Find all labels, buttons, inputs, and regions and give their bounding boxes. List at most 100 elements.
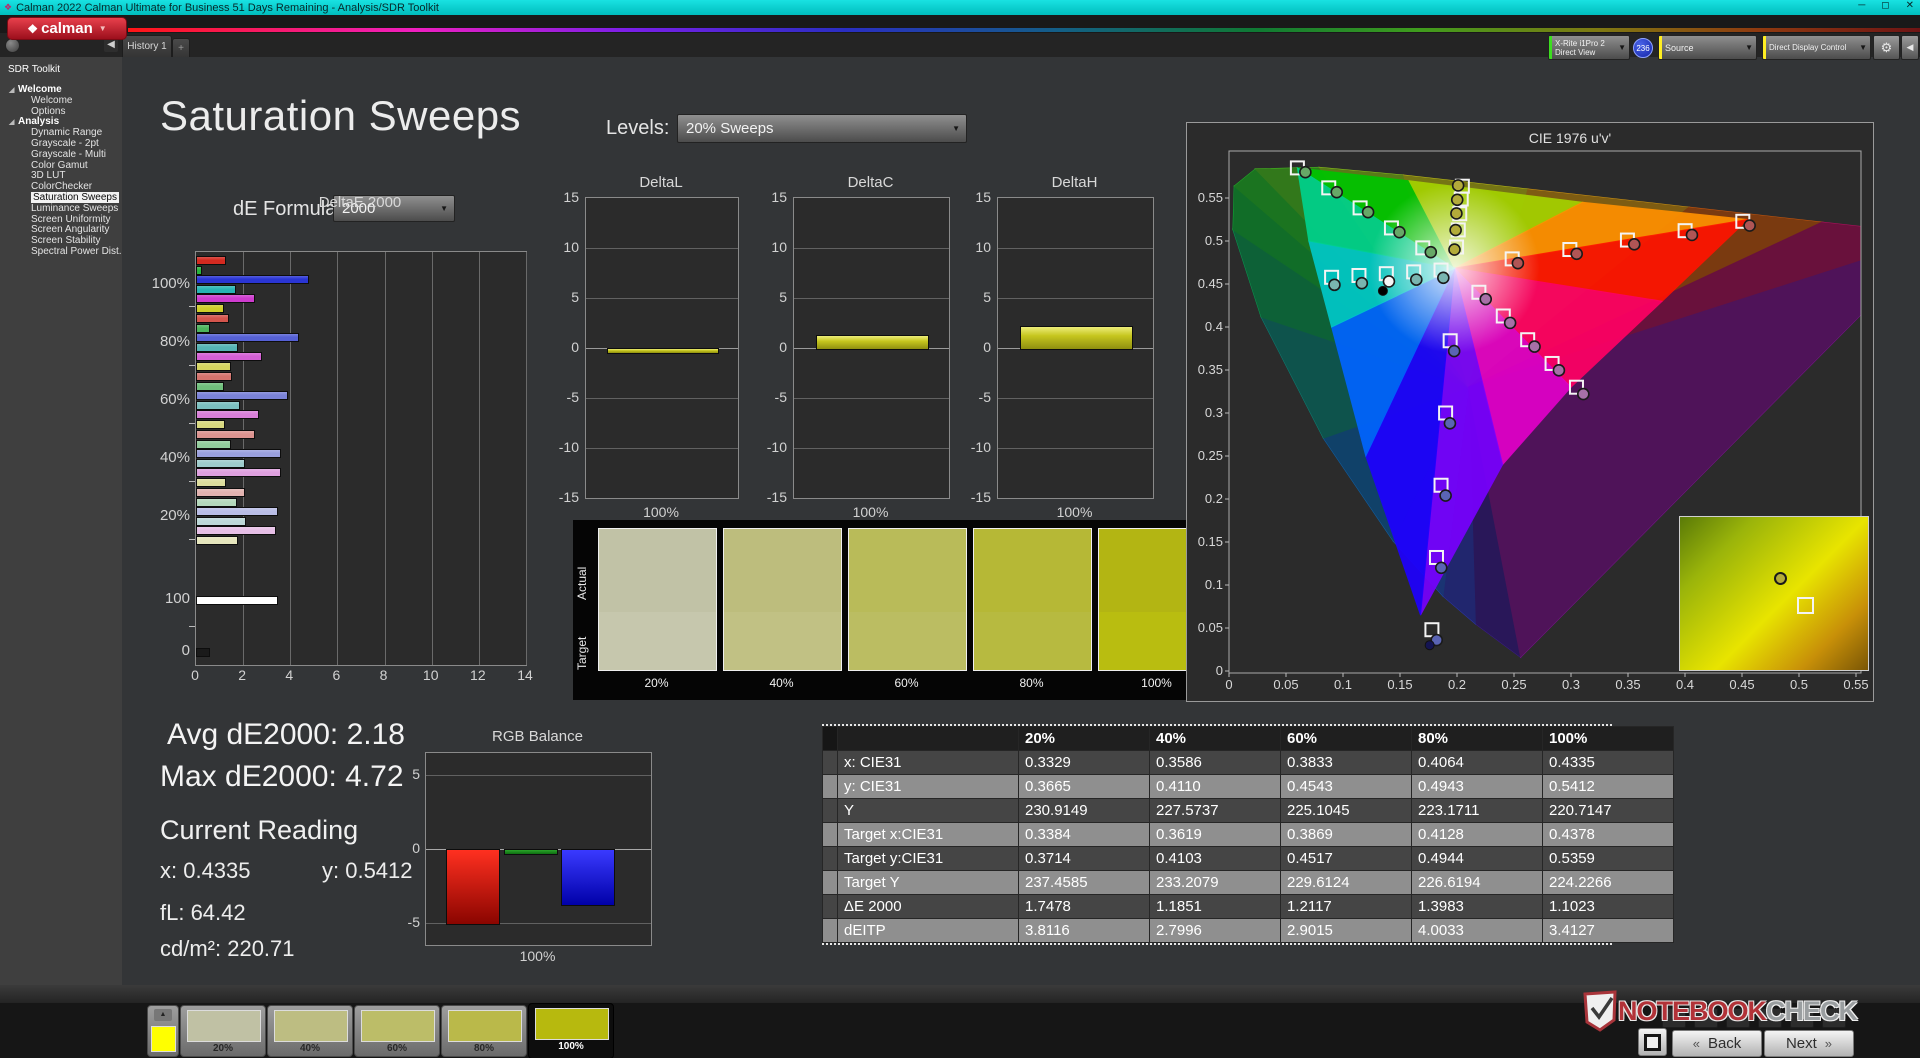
reading-count-badge[interactable]: 236 (1633, 38, 1653, 58)
sidebar-group-analysis[interactable]: ◢ Analysis (0, 117, 122, 128)
deltaC-title: DeltaC (847, 174, 894, 191)
deltaH-bar (1019, 326, 1134, 350)
sweep-tile-80%[interactable]: 80% (441, 1005, 527, 1057)
y-tick-label: 0 (983, 339, 991, 355)
deltae-bar-yellow-40% (196, 478, 227, 487)
collapse-up-icon[interactable]: ▲ (154, 1009, 172, 1021)
display-control-dropdown[interactable]: Direct Display Control ▼ (1762, 35, 1871, 60)
axis-tick (189, 539, 195, 540)
table-row[interactable]: Y 230.9149 227.5737 225.1045 223.1711 220.714… (822, 798, 1674, 823)
x-tick-label: 14 (517, 667, 533, 683)
y-tick-label: -10 (766, 439, 787, 455)
deltae-bar-blue-80% (196, 333, 300, 343)
y-tick-label: 5 (412, 766, 420, 783)
sweep-tile-20%[interactable]: 20% (180, 1005, 266, 1057)
sweep-tile-60%[interactable]: 60% (354, 1005, 440, 1057)
close-icon[interactable]: ✕ (1906, 0, 1914, 11)
row-label: Target Y (837, 870, 1019, 895)
sidebar-title: SDR Toolkit (8, 64, 61, 75)
gridline (586, 248, 738, 249)
sidebar-item-grayscale-multi[interactable]: Grayscale - Multi (0, 149, 122, 161)
settings-button[interactable]: ⚙ (1873, 35, 1900, 60)
measured-marker-magenta (1479, 292, 1493, 306)
minimize-icon[interactable]: ─ (1858, 0, 1865, 11)
back-button[interactable]: « Back (1672, 1030, 1762, 1057)
sidebar-item-label: Saturation Sweeps (31, 191, 119, 203)
sweep-tile-100%[interactable]: 100% (528, 1003, 614, 1058)
meter-dropdown[interactable]: X-Rite i1Pro 2 Direct View ▼ (1548, 35, 1630, 60)
tree-expand-icon[interactable]: ◢ (9, 118, 14, 129)
target-swatch-20% (598, 612, 717, 671)
target-row-label: Target (575, 636, 589, 670)
table-row[interactable]: y: CIE31 0.3665 0.4110 0.4543 0.4943 0.5412 (822, 774, 1674, 799)
back-label: Back (1707, 1035, 1742, 1052)
tree-expand-icon[interactable]: ◢ (9, 86, 14, 97)
gridline (998, 298, 1153, 299)
sidebar-group-welcome[interactable]: ◢ Welcome (0, 84, 122, 97)
rgb-balance-plot (425, 752, 652, 946)
actual-row-label: Actual (575, 566, 589, 600)
calman-menu-button[interactable]: ❖ calman ▼ (7, 17, 127, 40)
table-header (837, 726, 1019, 751)
deltaL-title: DeltaL (639, 174, 683, 191)
y-tick-label: 5 (983, 289, 991, 305)
sidebar-item-spectral-power-dist-[interactable]: Spectral Power Dist. (0, 246, 122, 258)
chevron-down-icon: ▼ (1618, 43, 1626, 52)
measured-marker-magenta (1577, 387, 1590, 401)
mini-sweep-tile[interactable]: ▲ (147, 1005, 179, 1057)
deltae-bar-cyan-40% (196, 458, 246, 468)
sidebar: SDR Toolkit ◢ Welcome Welcome Options ◢ Analy… (0, 57, 122, 1003)
table-row[interactable]: Target y:CIE31 0.3714 0.4103 0.4517 0.4944 0.… (822, 846, 1674, 871)
y-tick-label: 5 (571, 289, 579, 305)
table-row[interactable]: ΔE 2000 1.7478 1.1851 1.2117 1.3983 1.1023 (822, 894, 1674, 919)
collapse-panel-button[interactable]: ◀ (1901, 35, 1919, 60)
rgb-bar-blue (561, 849, 615, 906)
add-tab-button[interactable]: + (172, 38, 190, 57)
tile-swatch (448, 1010, 522, 1042)
tile-label: 80% (473, 1043, 494, 1054)
deltac-chart: DeltaC 15 10 5 0 -5 -10 -15 100% (753, 174, 968, 520)
cell-value: 0.3714 (1018, 846, 1150, 871)
measured-marker-yellow (1450, 193, 1464, 207)
chevron-left-icon: ◀ (1906, 42, 1914, 52)
cell-value: 220.7147 (1542, 798, 1674, 823)
gridline (337, 252, 339, 665)
sweep-tile-40%[interactable]: 40% (267, 1005, 353, 1057)
measured-marker-yellow (1449, 223, 1462, 237)
deltae-bar-yellow-100% (196, 304, 224, 313)
table-row[interactable]: Target Y 237.4585 233.2079 229.6124 226.6194… (822, 870, 1674, 895)
sidebar-item-welcome[interactable]: Welcome (0, 95, 122, 107)
tile-label: 100% (558, 1041, 584, 1052)
svg-text:CIE 1976 u'v': CIE 1976 u'v' (1529, 130, 1611, 146)
svg-text:0.35: 0.35 (1198, 362, 1223, 377)
cell-value: 2.9015 (1280, 918, 1412, 943)
levels-dropdown[interactable]: 20% Sweeps ▼ (677, 114, 967, 143)
cell-value: 229.6124 (1280, 870, 1412, 895)
deltae-bar-red-80% (196, 314, 229, 323)
y-tick-label: -5 (566, 389, 579, 405)
y-tick-label: -15 (970, 489, 991, 505)
swatch-label: 60% (894, 676, 919, 690)
sidebar-item-luminance-sweeps[interactable]: Luminance Sweeps (0, 203, 122, 215)
axis-tick (189, 306, 195, 307)
maximize-icon[interactable]: ◻ (1881, 0, 1889, 11)
layout-dot-button[interactable] (5, 38, 20, 53)
rgb-balance-chart: RGB Balance 5 0 -5 100% (390, 728, 660, 964)
gear-icon: ⚙ (1880, 39, 1893, 55)
notebookcheck-shield-icon (1583, 990, 1617, 1032)
table-row[interactable]: dEITP 3.8116 2.7996 2.9015 4.0033 3.4127 (822, 918, 1674, 943)
window-titlebar[interactable]: ❖ Calman 2022 Calman Ultimate for Busine… (0, 0, 1920, 15)
svg-text:0.2: 0.2 (1448, 677, 1466, 692)
source-dropdown[interactable]: Source ▼ (1658, 35, 1757, 60)
measured-marker-magenta (1503, 316, 1517, 330)
table-row[interactable]: x: CIE31 0.3329 0.3586 0.3833 0.4064 0.4335 (822, 750, 1674, 775)
x-tick-label: 8 (379, 667, 388, 683)
deltae-bar-cyan-60% (196, 400, 241, 410)
table-row[interactable]: Target x:CIE31 0.3384 0.3619 0.3869 0.4128 0.… (822, 822, 1674, 847)
tab-history-1[interactable]: History 1 (122, 35, 172, 57)
x-tick-label: 10 (422, 667, 439, 683)
gridline (794, 398, 949, 399)
cell-value: 0.3329 (1018, 750, 1150, 775)
gridline (431, 252, 433, 665)
next-button[interactable]: Next » (1764, 1030, 1854, 1057)
